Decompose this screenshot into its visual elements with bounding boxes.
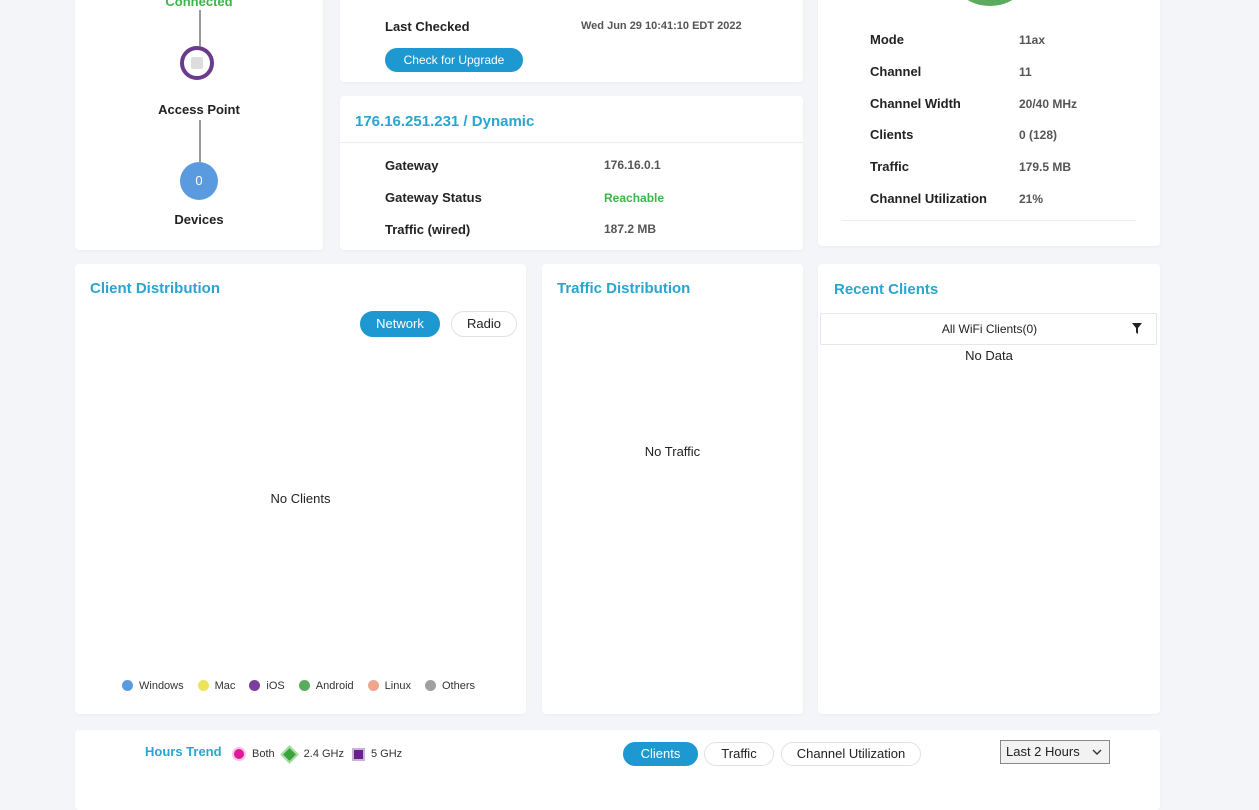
filter-icon[interactable] xyxy=(1132,323,1142,334)
gateway-label: Gateway xyxy=(385,158,439,173)
mode-label: Mode xyxy=(870,32,904,47)
client-filter-bar[interactable]: All WiFi Clients(0) xyxy=(820,313,1157,345)
legend-label: Android xyxy=(315,679,354,692)
channel-width-value: 20/40 MHz xyxy=(1019,97,1078,111)
traffic-value: 179.5 MB xyxy=(1019,160,1072,174)
radio-status-ring xyxy=(953,0,1027,6)
chevron-down-icon xyxy=(1092,749,1102,755)
topology-line-bottom xyxy=(199,120,201,162)
legend-dot xyxy=(122,680,133,691)
traffic-label: Traffic xyxy=(870,159,910,174)
legend-label: Linux xyxy=(384,679,411,692)
legend-mac: Mac xyxy=(197,679,236,692)
tab-radio[interactable]: Radio xyxy=(451,311,517,337)
band-5ghz-icon[interactable] xyxy=(352,747,365,761)
check-upgrade-button[interactable]: Check for Upgrade xyxy=(385,48,523,72)
legend-ios: iOS xyxy=(249,679,285,692)
time-range-select[interactable]: Last 2 Hours xyxy=(1000,740,1110,764)
wan-divider xyxy=(340,142,803,143)
gateway-status-value: Reachable xyxy=(604,191,665,205)
firmware-card: Last Checked Wed Jun 29 10:41:10 EDT 202… xyxy=(340,0,803,82)
trend-tab-traffic[interactable]: Traffic xyxy=(704,742,774,766)
mode-value: 11ax xyxy=(1019,33,1046,47)
gateway-status-label: Gateway Status xyxy=(385,190,482,205)
clients-value: 0 (128) xyxy=(1019,128,1058,142)
recent-clients-title: Recent Clients xyxy=(834,281,939,298)
channel-width-label: Channel Width xyxy=(870,96,961,111)
client-distribution-title: Client Distribution xyxy=(90,280,220,297)
devices-count-circle[interactable]: 0 xyxy=(180,162,218,200)
legend-dot xyxy=(367,680,379,691)
legend-label: Mac xyxy=(214,679,236,692)
gateway-value: 176.16.0.1 xyxy=(604,158,661,172)
os-legend: Windows Mac iOS Android Linux Others xyxy=(122,678,489,696)
last-checked-value: Wed Jun 29 10:41:10 EDT 2022 xyxy=(581,20,742,32)
traffic-distribution-title: Traffic Distribution xyxy=(557,280,691,297)
band-24ghz-icon[interactable] xyxy=(279,744,299,764)
no-traffic-message: No Traffic xyxy=(644,444,701,459)
tab-network[interactable]: Network xyxy=(360,311,440,337)
traffic-wired-value: 187.2 MB xyxy=(604,222,657,236)
legend-linux: Linux xyxy=(367,679,411,692)
radio-card: Mode 11ax Channel 11 Channel Width 20/40… xyxy=(818,0,1160,246)
trend-tab-clients[interactable]: Clients xyxy=(623,742,698,766)
radio-divider xyxy=(842,220,1136,221)
band-legend: Both 2.4 GHz 5 GHz xyxy=(232,744,403,764)
client-distribution-card: Client Distribution Network Radio No Cli… xyxy=(75,264,526,714)
legend-android: Android xyxy=(298,679,354,692)
hours-trend-card: Hours Trend Both 2.4 GHz 5 GHz Clients T… xyxy=(75,730,1160,810)
no-clients-message: No Clients xyxy=(270,491,331,506)
devices-count: 0 xyxy=(195,173,203,188)
devices-label: Devices xyxy=(174,212,224,227)
clients-label: Clients xyxy=(870,127,914,142)
channel-utilization-label: Channel Utilization xyxy=(870,191,987,206)
legend-others: Others xyxy=(424,679,475,692)
legend-label: Windows xyxy=(139,679,184,692)
band-both-label: Both xyxy=(252,748,275,760)
topology-card: Connected Access Point 0 Devices xyxy=(75,0,323,250)
no-data-message: No Data xyxy=(965,348,1013,363)
recent-clients-card: Recent Clients All WiFi Clients(0) No Da… xyxy=(818,264,1160,714)
traffic-wired-label: Traffic (wired) xyxy=(385,222,471,237)
channel-utilization-value: 21% xyxy=(1019,192,1044,206)
traffic-distribution-card: Traffic Distribution No Traffic xyxy=(542,264,803,714)
legend-label: iOS xyxy=(266,679,285,692)
channel-label: Channel xyxy=(870,64,922,79)
legend-label: Others xyxy=(441,679,475,692)
hours-trend-title: Hours Trend xyxy=(145,744,222,759)
wan-card: 176.16.251.231 / Dynamic Gateway 176.16.… xyxy=(340,96,803,250)
last-checked-label: Last Checked xyxy=(385,19,470,34)
both-icon[interactable] xyxy=(232,747,246,761)
connection-status: Connected xyxy=(165,0,233,9)
access-point-icon[interactable] xyxy=(180,46,214,80)
band-24ghz-label: 2.4 GHz xyxy=(303,748,344,760)
legend-dot xyxy=(298,680,310,691)
client-filter-label: All WiFi Clients(0) xyxy=(941,322,1038,336)
channel-value: 11 xyxy=(1019,65,1032,79)
trend-tab-channel-utilization[interactable]: Channel Utilization xyxy=(781,742,921,766)
topology-line-top xyxy=(199,10,201,46)
wan-title: 176.16.251.231 / Dynamic xyxy=(355,113,535,130)
access-point-label: Access Point xyxy=(158,102,240,117)
legend-dot xyxy=(249,680,261,691)
legend-dot xyxy=(197,680,209,691)
band-5ghz-label: 5 GHz xyxy=(371,748,403,760)
legend-dot xyxy=(424,680,436,691)
time-range-value: Last 2 Hours xyxy=(1006,744,1080,759)
legend-windows: Windows xyxy=(122,680,184,692)
